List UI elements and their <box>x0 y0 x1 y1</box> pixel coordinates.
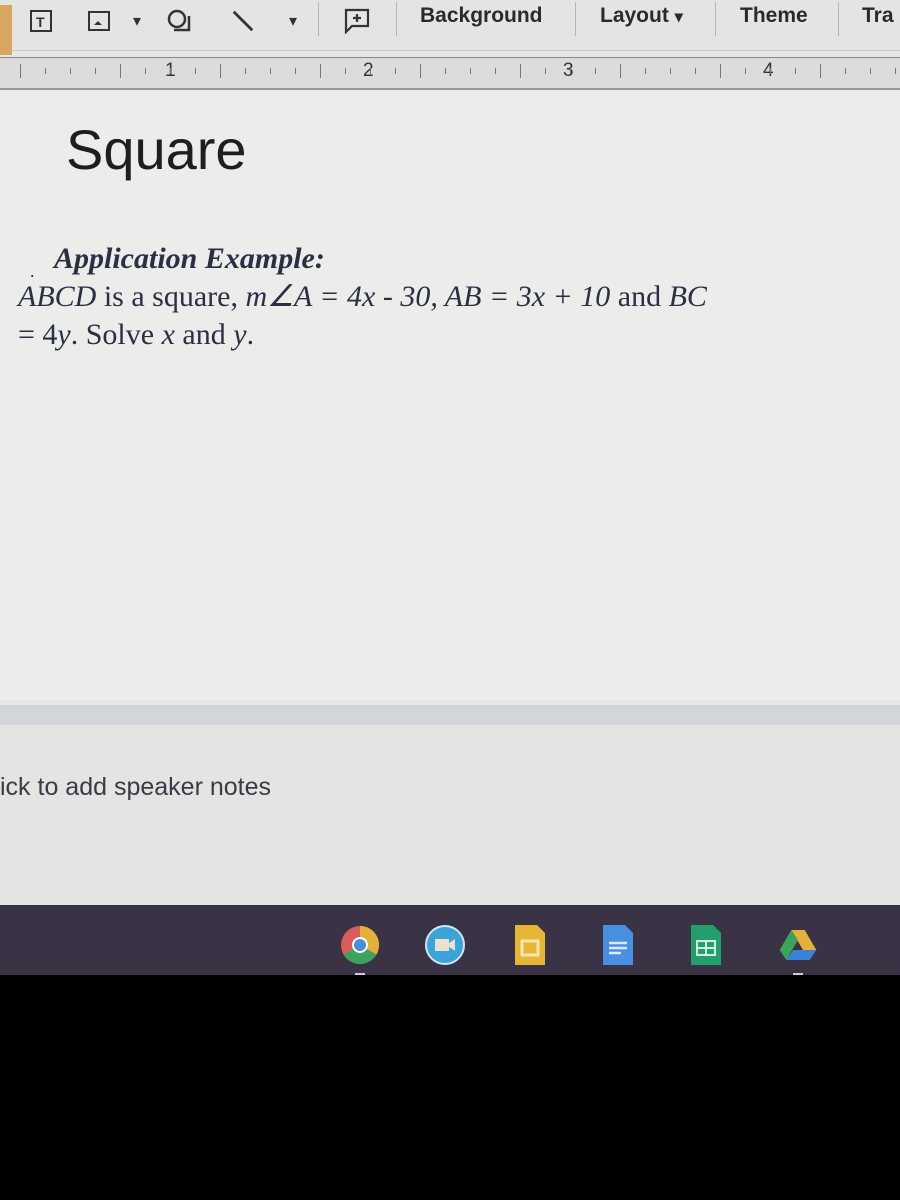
theme-button[interactable]: Theme <box>740 2 808 30</box>
speaker-notes-area[interactable]: ick to add speaker notes <box>0 725 900 905</box>
ruler-tick <box>695 68 696 74</box>
layout-label: Layout <box>600 4 669 27</box>
ruler-tick <box>745 68 746 74</box>
chevron-down-icon: ▾ <box>674 9 683 26</box>
ruler-tick <box>170 68 171 74</box>
ruler-tick <box>320 64 321 78</box>
slide-body[interactable]: . Application Example: ABCD is a square,… <box>18 240 707 354</box>
ruler-tick <box>270 68 271 74</box>
ruler-tick <box>445 68 446 74</box>
slides-icon[interactable] <box>510 925 550 965</box>
drive-icon[interactable] <box>778 925 818 975</box>
ruler-tick <box>820 64 821 78</box>
ruler-tick <box>295 68 296 74</box>
ruler-tick <box>120 64 121 78</box>
ruler-tick <box>95 68 96 74</box>
text-run: y <box>57 318 71 351</box>
ruler-tick <box>220 64 221 78</box>
ruler-number: 2 <box>363 60 374 81</box>
background-button[interactable]: Background <box>420 2 543 30</box>
orange-strip <box>0 5 12 55</box>
video-call-icon[interactable] <box>425 925 465 965</box>
shape-icon[interactable] <box>166 8 192 34</box>
ruler-tick <box>720 64 721 78</box>
ruler-tick <box>595 68 596 74</box>
text-run: m∠A <box>245 280 312 313</box>
bullet-dot: . <box>30 261 35 281</box>
ruler-tick <box>670 68 671 74</box>
ruler-tick <box>20 64 21 78</box>
ruler-tick <box>145 68 146 74</box>
ruler-tick <box>895 68 896 74</box>
app-shelf <box>0 905 900 975</box>
speaker-notes-placeholder[interactable]: ick to add speaker notes <box>0 773 271 802</box>
text-run: x <box>161 318 175 351</box>
text-run: = 4x - 30, AB = 3x + 10 <box>311 280 611 313</box>
ruler-tick <box>870 68 871 74</box>
running-indicator <box>355 973 365 975</box>
ruler-tick <box>545 68 546 74</box>
ruler-tick <box>645 68 646 74</box>
chrome-icon[interactable] <box>340 925 380 975</box>
image-icon[interactable] <box>86 8 112 34</box>
separator <box>396 2 397 36</box>
add-comment-icon[interactable] <box>344 8 370 34</box>
toolbar: T ▾ ▾ Background Layout ▾ Theme Tra <box>0 0 900 55</box>
ruler-tick <box>495 68 496 74</box>
ruler-tick <box>770 68 771 74</box>
text-run: y <box>233 318 247 351</box>
example-heading: Application Example: <box>54 242 325 275</box>
ruler-number: 3 <box>563 60 574 81</box>
running-indicator <box>793 973 803 975</box>
text-run: and <box>174 318 234 351</box>
text-run: . Solve <box>70 318 162 351</box>
image-dropdown-icon[interactable]: ▾ <box>124 8 150 34</box>
text-run: . <box>246 318 255 351</box>
problem-line-2: = 4y. Solve x and y. <box>18 316 707 354</box>
sheets-icon[interactable] <box>686 925 726 965</box>
svg-text:T: T <box>36 14 45 30</box>
ruler-tick <box>370 68 371 74</box>
text-run: = 4 <box>18 318 58 351</box>
separator <box>715 2 716 36</box>
ruler-tick <box>395 68 396 74</box>
ruler-number: 4 <box>763 60 774 81</box>
transition-button[interactable]: Tra <box>862 2 894 30</box>
text-run: is a square, <box>96 280 246 313</box>
ruler: 1 2 3 4 <box>0 57 900 90</box>
text-run: BC <box>668 280 707 313</box>
docs-icon[interactable] <box>598 925 638 965</box>
separator <box>575 2 576 36</box>
notes-resize-handle[interactable] <box>0 705 900 725</box>
ruler-tick <box>845 68 846 74</box>
text-run: and <box>610 280 669 313</box>
ruler-tick <box>520 64 521 78</box>
layout-button[interactable]: Layout ▾ <box>600 2 683 30</box>
problem-line-1: ABCD is a square, m∠A = 4x - 30, AB = 3x… <box>18 278 707 316</box>
line-dropdown-icon[interactable]: ▾ <box>280 8 306 34</box>
text-box-icon[interactable]: T <box>28 8 54 34</box>
ruler-tick <box>195 68 196 74</box>
ruler-tick <box>70 68 71 74</box>
ruler-tick <box>795 68 796 74</box>
separator <box>838 2 839 36</box>
separator <box>318 2 319 36</box>
ruler-tick <box>570 68 571 74</box>
ruler-tick <box>245 68 246 74</box>
ruler-tick <box>470 68 471 74</box>
line-icon[interactable] <box>230 8 256 34</box>
ruler-tick <box>620 64 621 78</box>
ruler-tick <box>45 68 46 74</box>
screen: T ▾ ▾ Background Layout ▾ Theme Tra 1 2 … <box>0 0 900 975</box>
ruler-tick <box>345 68 346 74</box>
ruler-tick <box>420 64 421 78</box>
slide-title[interactable]: Square <box>66 117 247 182</box>
